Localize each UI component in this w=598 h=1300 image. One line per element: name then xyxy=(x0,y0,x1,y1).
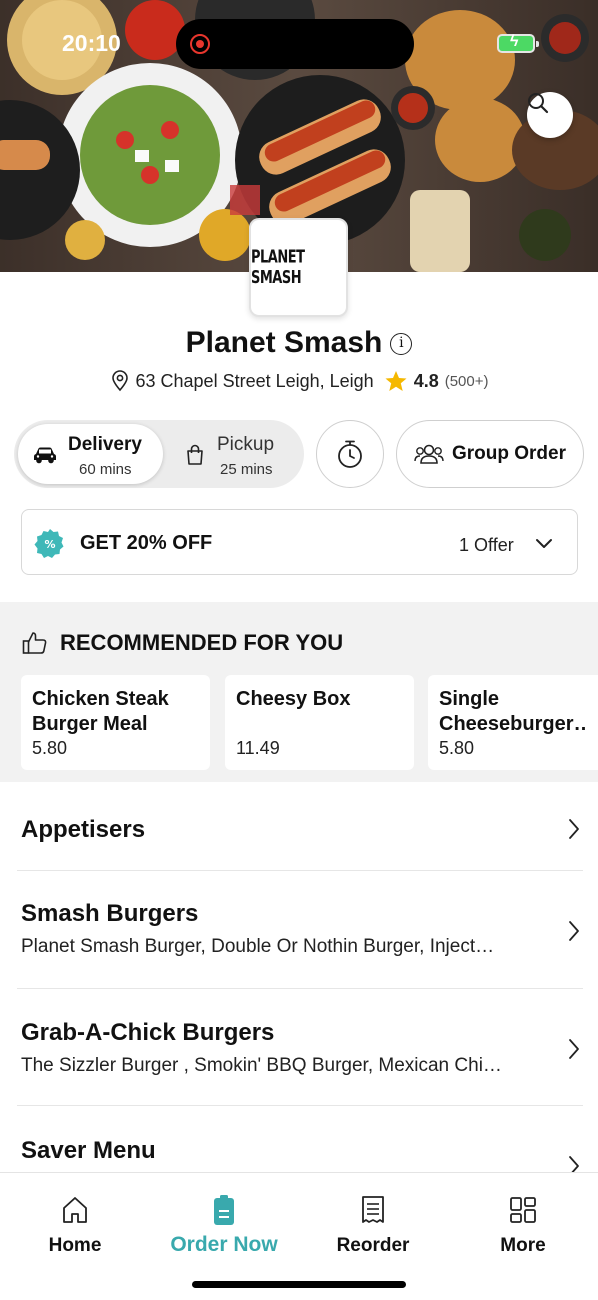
chevron-right-icon xyxy=(569,819,579,839)
tab-order-now-label: Order Now xyxy=(170,1233,278,1256)
offer-count: 1 Offer xyxy=(459,535,514,555)
car-icon xyxy=(34,447,56,464)
recommended-item-price: 5.80 xyxy=(32,738,68,758)
restaurant-meta: 63 Chapel Street Leigh, Leigh 4.8 (500+) xyxy=(0,370,598,392)
category-name: Smash Burgers xyxy=(21,900,199,927)
divider xyxy=(17,1105,583,1106)
stopwatch-icon xyxy=(338,440,362,468)
divider xyxy=(17,988,583,989)
logo-text: PLANET SMASH xyxy=(251,247,305,288)
restaurant-address: 63 Chapel Street Leigh, Leigh xyxy=(135,370,374,391)
restaurant-logo: PLANET SMASH xyxy=(249,218,348,317)
delivery-time: 60 mins xyxy=(79,461,132,478)
group-order-button[interactable]: Group Order xyxy=(396,420,584,488)
pickup-time: 25 mins xyxy=(220,461,273,478)
search-button[interactable] xyxy=(527,92,573,138)
group-order-label: Group Order xyxy=(451,443,566,464)
category-row[interactable]: Grab-A-Chick Burgers The Sizzler Burger … xyxy=(21,1019,581,1077)
recommended-section: RECOMMENDED FOR YOU Chicken Steak Burger… xyxy=(0,602,598,782)
recommended-heading: RECOMMENDED FOR YOU xyxy=(60,630,344,655)
rating-value: 4.8 xyxy=(413,370,439,391)
tab-reorder-label: Reorder xyxy=(336,1235,410,1256)
category-name: Saver Menu xyxy=(21,1137,156,1164)
category-description: Planet Smash Burger, Double Or Nothin Bu… xyxy=(21,936,495,957)
group-icon xyxy=(414,444,444,464)
category-name: Appetisers xyxy=(21,816,146,843)
thumbs-up-icon xyxy=(22,632,47,654)
recommended-card[interactable]: Single Cheeseburger… 5.80 xyxy=(428,675,598,770)
recommended-header: RECOMMENDED FOR YOU xyxy=(22,630,343,656)
order-icon xyxy=(214,1195,234,1225)
offer-banner[interactable]: % GET 20% OFF 1 Offer xyxy=(21,509,578,575)
shopping-bag-icon xyxy=(187,444,203,465)
tab-order-now[interactable]: Order Now xyxy=(164,1193,284,1257)
chevron-down-icon xyxy=(536,539,552,548)
recommended-item-price: 11.49 xyxy=(236,738,280,758)
location-pin-icon xyxy=(111,370,128,392)
tab-reorder[interactable]: Reorder xyxy=(313,1193,433,1257)
category-row[interactable]: Smash Burgers Planet Smash Burger, Doubl… xyxy=(21,900,581,958)
tab-more-label: More xyxy=(500,1235,546,1256)
pickup-label: Pickup xyxy=(217,434,275,455)
rating-count: (500+) xyxy=(444,372,489,390)
category-row[interactable]: Appetisers xyxy=(21,816,581,844)
battery-icon: ϟ xyxy=(497,33,539,53)
search-icon xyxy=(528,93,549,114)
chevron-right-icon xyxy=(569,921,579,941)
offer-title: GET 20% OFF xyxy=(80,532,213,554)
discount-badge-icon: % xyxy=(34,529,64,558)
home-icon xyxy=(63,1197,87,1223)
recommended-card[interactable]: Cheesy Box 11.49 xyxy=(225,675,414,770)
category-name: Grab-A-Chick Burgers xyxy=(21,1019,275,1046)
info-icon[interactable]: i xyxy=(390,333,413,355)
category-description: The Sizzler Burger , Smokin' BBQ Burger,… xyxy=(21,1055,502,1076)
tab-home-label: Home xyxy=(48,1235,102,1256)
restaurant-title: Planet Smash i xyxy=(0,326,598,360)
recommended-item-name: Cheesy Box xyxy=(236,688,351,710)
svg-text:%: % xyxy=(44,538,55,551)
pickup-option[interactable]: Pickup 25 mins xyxy=(166,424,300,484)
grid-icon xyxy=(510,1197,536,1223)
receipt-icon xyxy=(362,1196,384,1223)
dynamic-island xyxy=(176,19,414,69)
recording-icon xyxy=(190,34,210,54)
restaurant-name: Planet Smash xyxy=(185,326,383,359)
recommended-item-name: Chicken Steak Burger Meal xyxy=(32,688,169,735)
home-indicator xyxy=(192,1281,406,1288)
status-time: 20:10 xyxy=(62,30,121,56)
tab-more[interactable]: More xyxy=(463,1193,583,1257)
divider xyxy=(17,870,583,871)
order-mode-toggle: Delivery 60 mins Pickup 25 mins xyxy=(14,420,304,488)
delivery-option[interactable]: Delivery 60 mins xyxy=(18,424,163,484)
schedule-button[interactable] xyxy=(316,420,384,488)
recommended-item-price: 5.80 xyxy=(439,738,475,758)
delivery-label: Delivery xyxy=(68,434,142,455)
star-icon xyxy=(385,371,407,391)
recommended-card[interactable]: Chicken Steak Burger Meal 5.80 xyxy=(21,675,210,770)
category-row[interactable]: Saver Menu xyxy=(21,1137,581,1176)
recommended-item-name: Single Cheeseburger… xyxy=(439,688,587,735)
chevron-right-icon xyxy=(569,1039,579,1059)
tab-home[interactable]: Home xyxy=(15,1193,135,1257)
